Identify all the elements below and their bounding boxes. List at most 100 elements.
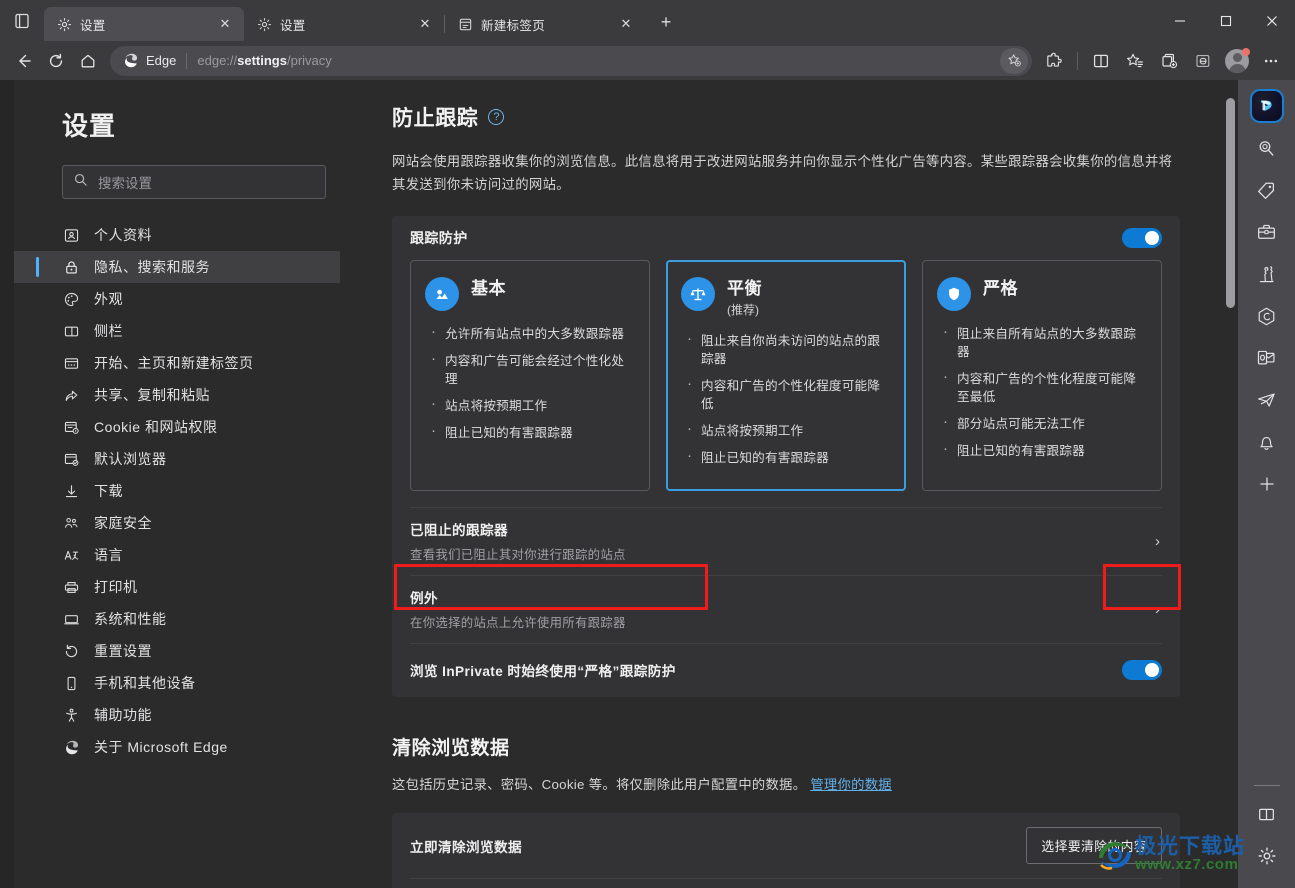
tier-header: 严格 (937, 277, 1147, 311)
extensions-icon[interactable] (1038, 45, 1070, 77)
maximize-button[interactable] (1203, 0, 1249, 41)
scrollbar-thumb[interactable] (1226, 98, 1235, 308)
sidebar-item-label: 家庭安全 (94, 515, 152, 531)
sidebar-item-reset-settings[interactable]: 重置设置 (14, 635, 340, 667)
gear-icon (56, 16, 72, 32)
row-exceptions[interactable]: 例外 在你选择的站点上允许使用所有跟踪器 › (410, 575, 1162, 643)
tab-close-icon[interactable]: ✕ (615, 13, 637, 35)
ie-mode-icon[interactable] (1187, 45, 1219, 77)
more-options-icon[interactable] (1255, 45, 1287, 77)
settings-gear-icon[interactable] (1249, 838, 1285, 874)
favorites-star-icon[interactable] (1119, 45, 1151, 77)
url-path: /privacy (286, 53, 332, 68)
tracking-prevention-card: 跟踪防护 基本 允许所有 (392, 216, 1180, 697)
sidebar-item-label: 关于 Microsoft Edge (94, 739, 228, 755)
search-discover-icon[interactable] (1249, 130, 1285, 166)
gear-icon (256, 16, 272, 32)
tab-new-tab-page[interactable]: 新建标签页 ✕ (445, 7, 645, 41)
close-button[interactable] (1249, 0, 1295, 41)
sidebar-item-sidebar[interactable]: 侧栏 (14, 315, 340, 347)
sidebar-item-label: 重置设置 (94, 643, 152, 659)
tier-bullet: 阻止已知的有害跟踪器 (937, 440, 1147, 460)
send-plane-icon[interactable] (1249, 382, 1285, 418)
tier-option-basic[interactable]: 基本 允许所有站点中的大多数跟踪器 内容和广告可能会经过个性化处理 站点将按预期… (410, 260, 650, 491)
row-clear-on-close[interactable]: 选择每次关闭浏览器时要清除的内容 › (410, 878, 1162, 888)
edgebar-divider (1253, 785, 1280, 786)
sidebar-item-family-safety[interactable]: 家庭安全 (14, 507, 340, 539)
choose-what-to-clear-button[interactable]: 选择要清除的内容 (1026, 827, 1162, 864)
content-scrollbar[interactable] (1226, 98, 1235, 798)
split-screen-icon[interactable] (1085, 45, 1117, 77)
row-inprivate-strict[interactable]: 浏览 InPrivate 时始终使用“严格”跟踪防护 (410, 643, 1162, 697)
inprivate-strict-toggle[interactable] (1122, 660, 1162, 680)
tracking-prevention-label: 跟踪防护 (410, 230, 468, 246)
sidebar-item-label: 打印机 (94, 579, 138, 595)
clear-data-description: 这包括历史记录、密码、Cookie 等。将仅删除此用户配置中的数据。 管理你的数… (392, 774, 1180, 793)
profile-icon (62, 226, 80, 244)
shopping-tag-icon[interactable] (1249, 172, 1285, 208)
games-icon[interactable] (1249, 256, 1285, 292)
add-favorite-icon[interactable] (1000, 47, 1028, 74)
tools-briefcase-icon[interactable] (1249, 214, 1285, 250)
row-blocked-trackers[interactable]: 已阻止的跟踪器 查看我们已阻止其对你进行跟踪的站点 › (410, 507, 1162, 575)
tier-option-balanced[interactable]: 平衡 (推荐) 阻止来自你尚未访问的站点的跟踪器 内容和广告的个性化程度可能降低… (666, 260, 906, 491)
sidebar-item-phone-devices[interactable]: 手机和其他设备 (14, 667, 340, 699)
bell-notification-icon[interactable] (1249, 424, 1285, 460)
address-bar[interactable]: Edge edge://settings/privacy (110, 45, 1032, 76)
tab-settings-2[interactable]: 设置 ✕ (244, 7, 444, 41)
collections-icon[interactable] (1153, 45, 1185, 77)
minimize-button[interactable] (1157, 0, 1203, 41)
tracking-prevention-toggle[interactable] (1122, 228, 1162, 248)
new-tab-button[interactable]: + (651, 7, 681, 37)
refresh-icon[interactable] (40, 45, 72, 77)
row-title: 已阻止的跟踪器 (410, 523, 508, 538)
tier-name: 严格 (983, 279, 1018, 298)
basic-shield-icon (425, 277, 459, 311)
tier-bullet: 允许所有站点中的大多数跟踪器 (425, 323, 635, 343)
sidebar-item-languages[interactable]: 语言 (14, 539, 340, 571)
copilot-bing-icon[interactable] (1249, 88, 1285, 124)
left-edge-strip (0, 80, 14, 888)
sidebar-item-privacy[interactable]: 隐私、搜索和服务 (14, 251, 340, 283)
help-question-icon[interactable]: ? (488, 109, 505, 125)
manage-your-data-link[interactable]: 管理你的数据 (810, 777, 892, 792)
tab-settings-1[interactable]: 设置 ✕ (44, 7, 244, 41)
browser-window: 设置 ✕ 设置 ✕ 新建标签页 ✕ + Edge edge://settings… (0, 0, 1295, 888)
system-icon (62, 610, 80, 628)
sidebar-item-cookies[interactable]: Cookie 和网站权限 (14, 411, 340, 443)
tab-close-icon[interactable]: ✕ (214, 13, 236, 35)
home-icon[interactable] (72, 45, 104, 77)
sidebar-item-appearance[interactable]: 外观 (14, 283, 340, 315)
tab-close-icon[interactable]: ✕ (414, 13, 436, 35)
search-icon (73, 172, 88, 192)
profile-alert-badge (1242, 47, 1250, 56)
office-icon[interactable] (1249, 298, 1285, 334)
sidebar-item-downloads[interactable]: 下载 (14, 475, 340, 507)
sidebar-item-label: 下载 (94, 483, 123, 499)
search-input[interactable]: 搜索设置 (62, 165, 326, 199)
phone-icon (62, 674, 80, 692)
back-arrow-icon[interactable] (8, 45, 40, 77)
section-heading-tracking: 防止跟踪 ? (392, 102, 1180, 132)
profile-avatar-icon[interactable] (1221, 45, 1253, 77)
sidebar-item-share-copy-paste[interactable]: 共享、复制和粘贴 (14, 379, 340, 411)
add-plus-icon[interactable] (1249, 466, 1285, 502)
page-content: 设置 搜索设置 个人资料 隐私、搜索和服务 外观 侧栏 开始、主页和新建标签页 … (0, 80, 1238, 888)
sidebar-item-about-edge[interactable]: 关于 Microsoft Edge (14, 731, 340, 763)
tab-list-icon[interactable] (0, 0, 44, 41)
home-page-icon (62, 354, 80, 372)
sidebar-item-start-home-newtab[interactable]: 开始、主页和新建标签页 (14, 347, 340, 379)
reset-icon (62, 642, 80, 660)
sidebar-item-accessibility[interactable]: 辅助功能 (14, 699, 340, 731)
sidebar-icon (62, 322, 80, 340)
tier-option-strict[interactable]: 严格 阻止来自所有站点的大多数跟踪器 内容和广告的个性化程度可能降至最低 部分站… (922, 260, 1162, 491)
sidebar-item-label: 隐私、搜索和服务 (94, 259, 210, 275)
sidebar-item-profile[interactable]: 个人资料 (14, 219, 340, 251)
outlook-icon[interactable] (1249, 340, 1285, 376)
sidebar-item-printers[interactable]: 打印机 (14, 571, 340, 603)
balance-scale-icon (681, 277, 715, 311)
sidebar-item-system-performance[interactable]: 系统和性能 (14, 603, 340, 635)
settings-sidebar: 设置 搜索设置 个人资料 隐私、搜索和服务 外观 侧栏 开始、主页和新建标签页 … (14, 80, 340, 888)
split-pane-icon[interactable] (1249, 796, 1285, 832)
sidebar-item-default-browser[interactable]: 默认浏览器 (14, 443, 340, 475)
